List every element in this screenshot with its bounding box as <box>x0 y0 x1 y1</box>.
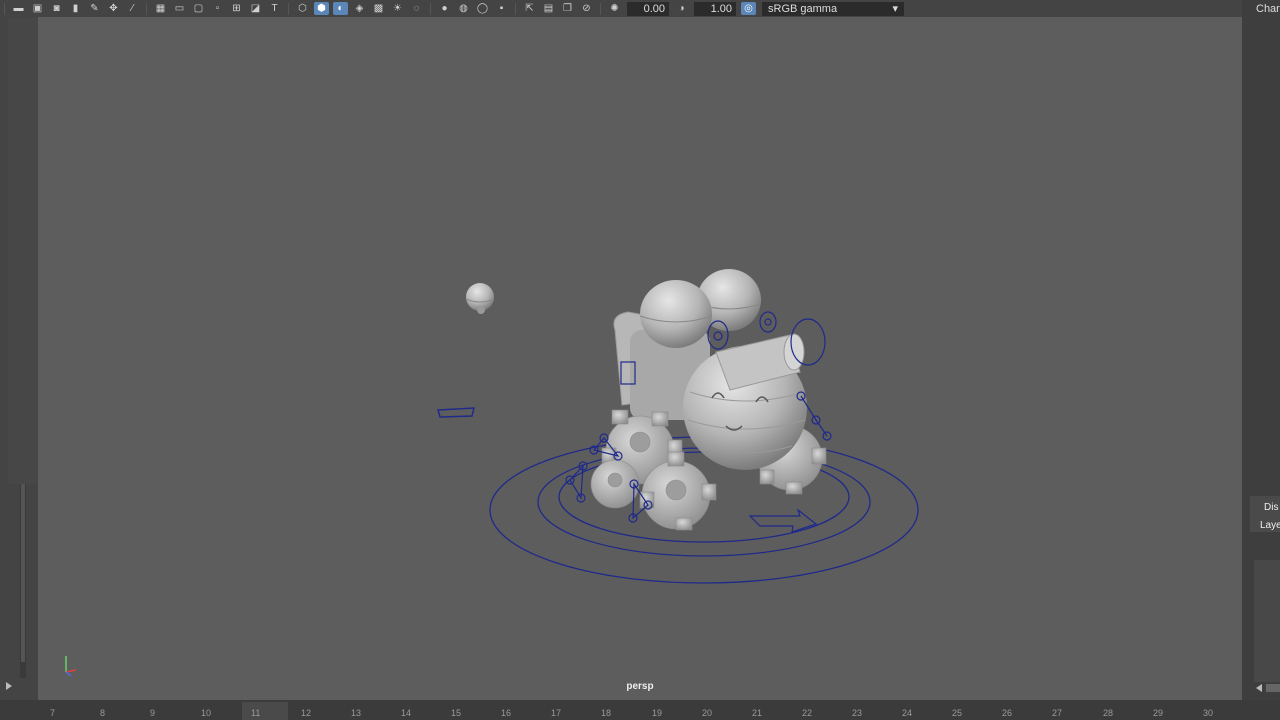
frame-tick: 20 <box>702 708 713 718</box>
textured-icon[interactable]: ◐ <box>333 2 348 15</box>
horizontal-scroll-thumb[interactable] <box>1266 684 1280 692</box>
camera-icon[interactable]: ▬ <box>11 2 26 15</box>
select-camera-icon[interactable]: ⇱ <box>522 2 537 15</box>
separator <box>515 2 516 15</box>
frame-tick: 17 <box>551 708 562 718</box>
exposure-field[interactable]: 0.00 <box>627 1 669 16</box>
isolate-icon[interactable]: ◯ <box>475 2 490 15</box>
frame-tick: 23 <box>852 708 863 718</box>
color-space-label: sRGB gamma <box>768 2 838 15</box>
frame-tick: 9 <box>150 708 156 718</box>
xray-joints-icon[interactable]: ◍ <box>456 2 471 15</box>
frame-tick: 11 <box>251 708 261 718</box>
current-frame-marker[interactable] <box>242 702 288 720</box>
brush-icon[interactable]: ⁄ <box>125 2 140 15</box>
gate-mask-icon[interactable]: ▫ <box>210 2 225 15</box>
frame-tick: 8 <box>100 708 106 718</box>
separator <box>288 2 289 15</box>
gamma-field[interactable]: 1.00 <box>694 1 736 16</box>
field-chart-icon[interactable]: ⊞ <box>229 2 244 15</box>
floating-sphere <box>465 283 495 314</box>
color-management-icon[interactable]: ◎ <box>741 2 756 15</box>
frame-tick: 29 <box>1153 708 1164 718</box>
frame-tick: 14 <box>401 708 412 718</box>
frame-tick: 10 <box>201 708 212 718</box>
resolution-gate-icon[interactable]: ▢ <box>191 2 206 15</box>
wireframe-icon[interactable]: ⬡ <box>295 2 310 15</box>
smooth-shade-icon[interactable]: ⬢ <box>314 2 329 15</box>
frame-tick: 16 <box>501 708 512 718</box>
image-plane-icon[interactable]: ▮ <box>68 2 83 15</box>
bookmark-icon[interactable]: ◙ <box>49 2 64 15</box>
frame-tick: 7 <box>50 708 56 718</box>
layers-menu[interactable]: Laye <box>1260 520 1280 531</box>
xray-icon[interactable]: ● <box>437 2 452 15</box>
gamma-icon[interactable]: ◑ <box>674 2 689 15</box>
frame-tick: 15 <box>451 708 462 718</box>
safe-title-icon[interactable]: T <box>267 2 282 15</box>
gear-front-far-left <box>590 459 640 509</box>
grid-icon[interactable]: ▦ <box>153 2 168 15</box>
move-tool-icon[interactable]: ✥ <box>106 2 121 15</box>
axis-gizmo <box>65 656 77 677</box>
exposure-icon[interactable]: ✺ <box>607 2 622 15</box>
film-gate-icon[interactable]: ▭ <box>172 2 187 15</box>
ignore-icon[interactable]: ⊘ <box>579 2 594 15</box>
frame-tick: 18 <box>601 708 612 718</box>
rectangle-control <box>437 407 475 418</box>
perspective-viewport[interactable]: persp <box>38 17 1242 700</box>
frame-tick: 12 <box>301 708 312 718</box>
frame-tick: 21 <box>752 708 763 718</box>
frame-tick: 30 <box>1203 708 1214 718</box>
channel-box-area[interactable] <box>8 18 38 484</box>
two-sided-icon[interactable]: ▤ <box>541 2 556 15</box>
viewport-toolbar: ▬ ▣ ◙ ▮ ✎ ✥ ⁄ ▦ ▭ ▢ ▫ ⊞ ◪ T ⬡ ⬢ ◐ ◈ ▩ ☀ … <box>0 0 1250 18</box>
camera-name-label: persp <box>626 681 654 692</box>
display-tab[interactable]: Dis <box>1264 502 1278 513</box>
expand-arrow-icon[interactable] <box>6 682 12 690</box>
frame-tick: 22 <box>802 708 813 718</box>
xray-active-icon[interactable]: ▪ <box>494 2 509 15</box>
frame-tick: 28 <box>1103 708 1114 718</box>
light-bulb-icon[interactable]: ☀ <box>390 2 405 15</box>
separator <box>146 2 147 15</box>
frame-tick: 25 <box>952 708 963 718</box>
shadows-icon[interactable]: ▩ <box>371 2 386 15</box>
lights-icon[interactable]: ◈ <box>352 2 367 15</box>
frame-tick: 13 <box>351 708 362 718</box>
frame-tick: 24 <box>902 708 913 718</box>
safe-action-icon[interactable]: ◪ <box>248 2 263 15</box>
ambient-occlusion-icon[interactable]: ◌ <box>409 2 424 15</box>
channel-box-tab[interactable]: Char <box>1256 3 1280 15</box>
layer-list[interactable] <box>1254 560 1280 682</box>
pencil-icon[interactable]: ✎ <box>87 2 102 15</box>
separator <box>600 2 601 15</box>
copy-icon[interactable]: ❐ <box>560 2 575 15</box>
time-slider[interactable] <box>0 700 1280 720</box>
frame-tick: 26 <box>1002 708 1013 718</box>
frame-tick: 19 <box>652 708 663 718</box>
separator <box>4 2 5 15</box>
frame-tick: 27 <box>1052 708 1063 718</box>
scene-render <box>65 269 919 677</box>
scroll-left-icon[interactable] <box>1256 684 1262 692</box>
color-space-dropdown[interactable]: sRGB gamma ▾ <box>762 1 904 16</box>
chevron-down-icon: ▾ <box>892 2 898 15</box>
camera-attrs-icon[interactable]: ▣ <box>30 2 45 15</box>
separator <box>430 2 431 15</box>
